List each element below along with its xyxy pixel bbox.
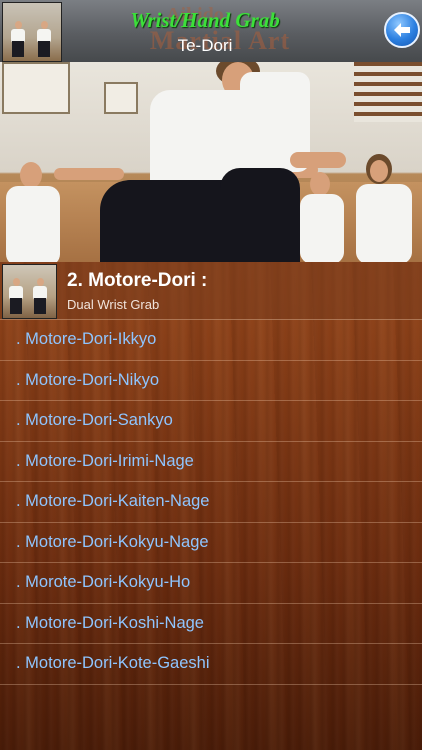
list-item[interactable]: . Motore-Dori-Kokyu-Nage bbox=[0, 523, 422, 563]
list-item-label[interactable]: . Motore-Dori-Nikyo bbox=[16, 371, 159, 390]
list-item[interactable]: . Motore-Dori-Kote-Gaeshi bbox=[0, 644, 422, 685]
list-item-label[interactable]: . Motore-Dori-Irimi-Nage bbox=[16, 452, 194, 471]
technique-photo bbox=[0, 62, 422, 262]
list-item-label[interactable]: . Motore-Dori-Kaiten-Nage bbox=[16, 492, 210, 511]
list-item[interactable]: . Motore-Dori-Kaiten-Nage bbox=[0, 482, 422, 523]
wall-rack bbox=[354, 62, 422, 122]
extended-arm bbox=[54, 168, 124, 180]
technique-header: 2. Motore-Dori : Dual Wrist Grab bbox=[0, 262, 422, 320]
list-item[interactable]: . Motore-Dori-Ikkyo bbox=[0, 320, 422, 361]
header-bar: Aikido Martial Art Wrist/Hand Grab Te-Do… bbox=[0, 0, 422, 62]
arrow-left-icon bbox=[394, 23, 410, 37]
list-item[interactable]: . Motore-Dori-Sankyo bbox=[0, 401, 422, 442]
header-subtitle: Te-Dori bbox=[177, 36, 233, 55]
list-item-label[interactable]: . Morote-Dori-Kokyu-Ho bbox=[16, 573, 190, 592]
list-item-label[interactable]: . Motore-Dori-Kokyu-Nage bbox=[16, 533, 209, 552]
header-title: Wrist/Hand Grab bbox=[130, 8, 280, 32]
technique-thumbnail bbox=[2, 264, 57, 319]
wall-picture bbox=[2, 62, 70, 114]
list-item[interactable]: . Morote-Dori-Kokyu-Ho bbox=[0, 563, 422, 604]
back-button[interactable] bbox=[384, 12, 420, 48]
list-item[interactable]: . Motore-Dori-Koshi-Nage bbox=[0, 604, 422, 644]
list-item[interactable]: . Motore-Dori-Nikyo bbox=[0, 361, 422, 401]
list-item-label[interactable]: . Motore-Dori-Koshi-Nage bbox=[16, 614, 204, 633]
technique-title: 2. Motore-Dori : bbox=[67, 270, 208, 291]
technique-subtitle: Dual Wrist Grab bbox=[67, 297, 160, 312]
list-item-label[interactable]: . Motore-Dori-Ikkyo bbox=[16, 330, 156, 349]
header-thumbnail bbox=[2, 2, 62, 62]
list-item-label[interactable]: . Motore-Dori-Kote-Gaeshi bbox=[16, 654, 209, 673]
list-item-label[interactable]: . Motore-Dori-Sankyo bbox=[16, 411, 173, 430]
list-item[interactable]: . Motore-Dori-Irimi-Nage bbox=[0, 442, 422, 482]
wall-picture bbox=[104, 82, 138, 114]
technique-list: . Motore-Dori-Ikkyo . Motore-Dori-Nikyo … bbox=[0, 320, 422, 685]
